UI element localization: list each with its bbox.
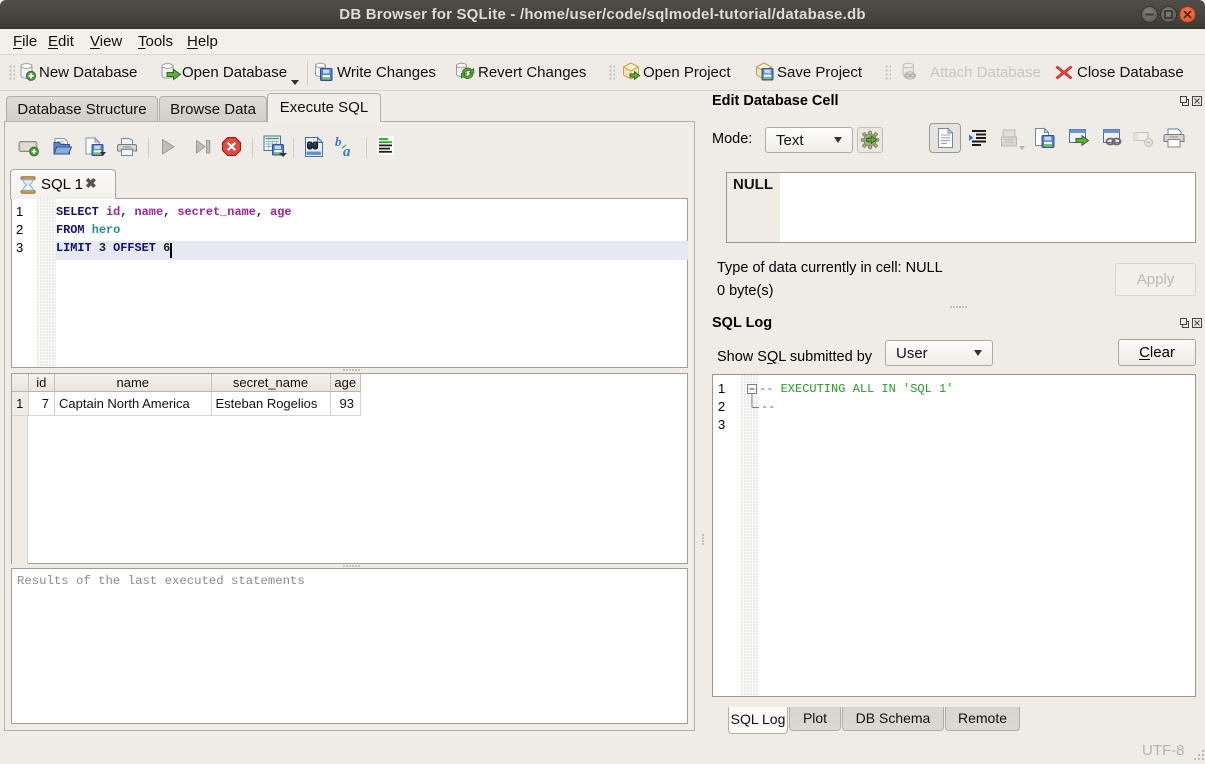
svg-text:b: b (335, 135, 342, 149)
